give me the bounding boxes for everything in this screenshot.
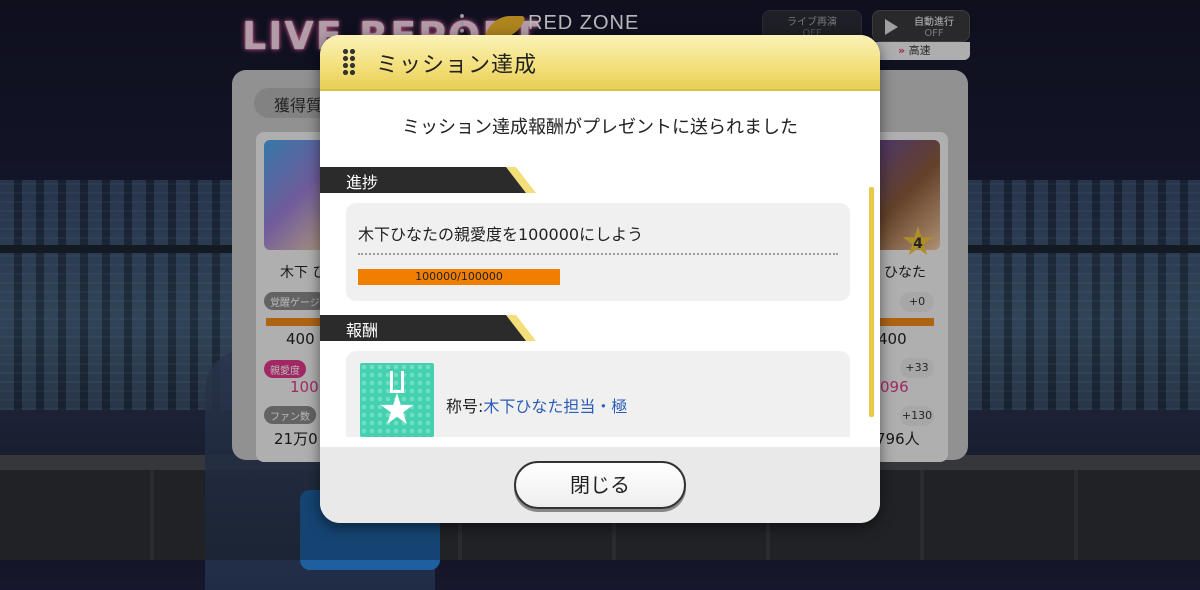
dialog-title: ミッション達成 <box>376 53 538 78</box>
dialog-header: ミッション達成 <box>320 35 880 91</box>
reward-title: 称号:木下ひなた担当・極 <box>446 393 627 417</box>
dialog-scroll-area[interactable]: 進捗 木下ひなたの親愛度を100000にしよう 100000/100000 報酬… <box>320 165 880 437</box>
reward-box: 称号:木下ひなた担当・極 <box>346 351 850 437</box>
reward-name: 木下ひなた担当・極 <box>483 397 628 416</box>
mission-complete-dialog: ミッション達成 ミッション達成報酬がプレゼントに送られました 進捗 木下ひなたの… <box>320 35 880 523</box>
reward-prefix: 称号: <box>446 397 484 416</box>
dialog-message: ミッション達成報酬がプレゼントに送られました <box>402 117 798 138</box>
progress-heading: 進捗 <box>320 167 534 193</box>
progress-bar: 100000/100000 <box>358 269 560 285</box>
medal-star <box>380 393 414 424</box>
reward-heading: 報酬 <box>320 315 534 341</box>
dotted-divider <box>358 253 838 255</box>
grip-icon <box>342 48 356 76</box>
progress-text: 100000/100000 <box>415 270 503 283</box>
scrollbar[interactable] <box>869 187 874 417</box>
mission-text: 木下ひなたの親愛度を100000にしよう <box>358 225 644 244</box>
close-button[interactable]: 閉じる <box>514 461 686 509</box>
progress-box: 木下ひなたの親愛度を100000にしよう 100000/100000 <box>346 203 850 301</box>
medal-icon <box>360 363 434 437</box>
medal-ribbon <box>390 371 404 393</box>
dialog-footer: 閉じる <box>320 447 880 523</box>
